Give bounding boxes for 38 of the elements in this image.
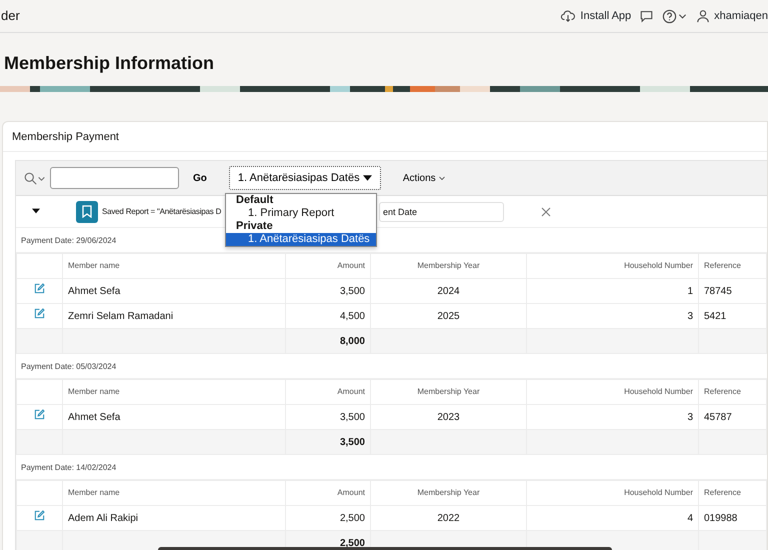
table-cell: 3,500 <box>286 278 370 304</box>
column-header[interactable]: Membership Year <box>370 480 526 506</box>
column-header[interactable]: Amount <box>286 380 370 404</box>
control-break-field[interactable]: ent Date <box>379 202 504 222</box>
column-header[interactable]: Household Number <box>526 480 698 506</box>
column-header[interactable]: Member name <box>62 254 286 278</box>
column-header[interactable]: Membership Year <box>370 380 526 404</box>
column-header[interactable]: Reference <box>698 254 766 278</box>
go-button[interactable]: Go <box>185 170 215 186</box>
column-header[interactable]: Household Number <box>526 380 698 404</box>
column-header[interactable]: Membership Year <box>370 254 526 278</box>
actions-menu-button[interactable]: Actions <box>396 170 452 186</box>
app-name: der <box>1 7 20 26</box>
menu-option[interactable]: 1. Primary Report <box>226 207 376 220</box>
total-cell: 3,500 <box>286 430 370 454</box>
column-header[interactable]: Amount <box>286 254 370 278</box>
total-cell: 8,000 <box>286 328 370 354</box>
table-cell: Ahmet Sefa <box>62 278 286 304</box>
region-title: Membership Payment <box>3 122 767 152</box>
column-header[interactable]: Reference <box>698 480 766 506</box>
user-menu-link[interactable]: xhamiaqen <box>696 8 768 24</box>
table-cell: 2024 <box>370 278 526 304</box>
page-title: Membership Information <box>4 52 216 75</box>
column-header[interactable]: Reference <box>698 380 766 404</box>
table-cell: 78745 <box>698 278 766 304</box>
saved-report-text: Saved Report = "Anëtarësiasipas D <box>102 206 222 218</box>
install-app-link[interactable]: Install App <box>560 8 632 24</box>
group-heading: Payment Date: 14/02/2024 <box>16 455 767 480</box>
column-header[interactable]: Amount <box>286 480 370 506</box>
column-header[interactable]: Member name <box>62 480 286 506</box>
column-header[interactable]: Household Number <box>526 254 698 278</box>
report-select[interactable]: 1. Anëtarësiasipas Datës <box>228 166 381 190</box>
table-cell: 1 <box>526 278 698 304</box>
menu-group-label: Default <box>235 194 274 207</box>
menu-group-label: Private <box>235 220 274 233</box>
group-heading: Payment Date: 05/03/2024 <box>16 354 767 379</box>
column-header[interactable]: Member name <box>62 380 286 404</box>
menu-option[interactable]: 1. Anëtarësiasipas Datës <box>226 233 376 246</box>
